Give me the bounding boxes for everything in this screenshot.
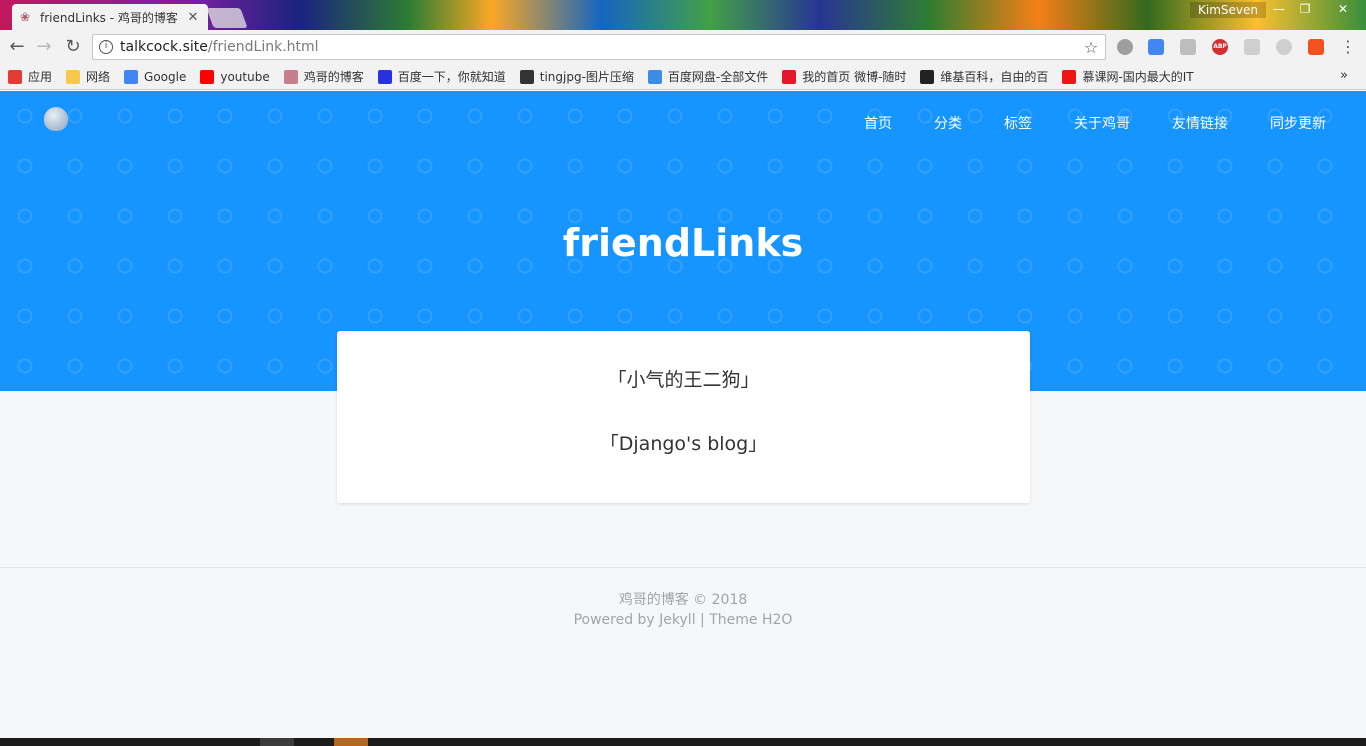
bookmark-label: 我的首页 微博-随时 [802,70,907,84]
nav-friend-links[interactable]: 友情链接 [1172,113,1228,133]
extension-search-icon[interactable] [1276,39,1292,55]
friend-links-card: 「小气的王二狗」 「Django's blog」 [337,331,1030,503]
nav-tags[interactable]: 标签 [1004,113,1032,133]
bookmark-label: 慕课网-国内最大的IT [1082,70,1194,84]
bookmark-item[interactable]: tingjpg-图片压缩 [519,68,634,85]
browser-tab[interactable]: ❀ friendLinks - 鸡哥的博客 ✕ [12,4,208,30]
bookmark-label: 鸡哥的博客 [303,70,364,84]
site-info-icon[interactable]: i [99,40,113,54]
forward-icon[interactable]: → [33,36,55,58]
taskbar-item[interactable] [334,738,368,746]
bookmark-star-icon[interactable]: ☆ [1081,38,1101,57]
browser-toolbar: ← → ↻ i talkcock.site/friendLink.html ☆ … [0,30,1366,64]
bookmark-item[interactable]: 应用 [8,68,52,85]
imooc-icon [1062,69,1077,84]
maximize-icon[interactable]: ❐ [1290,0,1320,18]
extension-orange-icon[interactable] [1308,39,1324,55]
url-text[interactable]: talkcock.site/friendLink.html [120,39,1081,55]
nav-home[interactable]: 首页 [864,113,892,133]
footer-powered-by: Powered by Jekyll | Theme H2O [573,612,793,628]
profile-name[interactable]: KimSeven [1190,2,1266,18]
image-extension-icon[interactable] [1180,39,1196,55]
os-taskbar [0,738,1366,746]
bookmark-item[interactable]: 维基百科，自由的百 [920,68,1048,85]
extension-circle-icon[interactable] [1117,39,1133,55]
bookmark-item[interactable]: 网络 [66,68,110,85]
footer-copyright: 鸡哥的博客 © 2018 [618,592,748,608]
bookmark-item[interactable]: 鸡哥的博客 [283,68,364,85]
reload-icon[interactable]: ↻ [62,36,84,58]
weibo-icon [782,69,797,84]
new-tab-button[interactable] [206,8,248,28]
folder-icon [66,69,81,84]
site-logo-icon[interactable] [44,107,68,131]
bookmark-item[interactable]: youtube [200,69,270,84]
youtube-icon [200,69,215,84]
address-bar[interactable]: i talkcock.site/friendLink.html ☆ [92,34,1106,60]
bookmark-label: 网络 [86,70,111,84]
site-favicon-icon: ❀ [20,10,31,24]
bookmarks-bar: 应用 网络 Google youtube 鸡哥的博客 百度一下，你就知道 tingjpg-图… [0,64,1366,90]
site-nav: 首页 分类 标签 关于鸡哥 友情链接 同步更新 [822,113,1326,133]
bookmark-item[interactable]: Google [124,69,187,84]
bookmark-label: Google [144,69,187,84]
baidu-pan-icon [647,69,662,84]
nav-sync-updates[interactable]: 同步更新 [1270,113,1326,133]
browser-menu-icon[interactable]: ⋮ [1338,36,1358,58]
close-tab-icon[interactable]: ✕ [186,10,200,25]
baidu-icon [377,69,392,84]
nav-categories[interactable]: 分类 [934,113,962,133]
blog-icon [283,69,298,84]
back-icon[interactable]: ← [6,36,28,58]
browser-titlebar: ❀ friendLinks - 鸡哥的博客 ✕ KimSeven — ❐ ✕ [0,0,1366,30]
close-window-icon[interactable]: ✕ [1328,0,1358,18]
panda-icon [519,69,534,84]
bookmark-label: youtube [220,69,270,84]
bookmark-item[interactable]: 我的首页 微博-随时 [782,68,906,85]
url-host: talkcock.site [120,39,208,55]
bookmark-item[interactable]: 百度一下，你就知道 [377,68,506,85]
translate-extension-icon[interactable] [1148,39,1164,55]
bookmark-item[interactable]: 慕课网-国内最大的IT [1062,68,1194,85]
footer-divider [0,567,1366,568]
bookmark-label: 应用 [28,70,53,84]
adblock-plus-icon[interactable]: ABP [1212,39,1228,55]
tab-title: friendLinks - 鸡哥的博客 [40,10,178,25]
bookmark-label: 百度一下，你就知道 [397,70,506,84]
page-title: friendLinks [562,221,804,265]
apps-icon [8,69,22,84]
bookmarks-overflow-icon[interactable]: » [1340,68,1348,83]
footer: 鸡哥的博客 © 2018 Powered by Jekyll | Theme H… [0,590,1366,630]
friend-link[interactable]: 「小气的王二狗」 [337,365,1030,392]
bookmark-label: 百度网盘-全部文件 [667,70,769,84]
bookmark-label: 维基百科，自由的百 [940,70,1049,84]
google-icon [124,69,139,84]
bookmark-label: tingjpg-图片压缩 [539,70,634,84]
extension-tool-icon[interactable] [1244,39,1260,55]
url-path: /friendLink.html [207,39,319,55]
taskbar-item[interactable] [260,738,294,746]
wikipedia-icon [920,69,935,84]
nav-about[interactable]: 关于鸡哥 [1074,113,1130,133]
friend-link[interactable]: 「Django's blog」 [337,429,1030,456]
bookmark-item[interactable]: 百度网盘-全部文件 [647,68,769,85]
